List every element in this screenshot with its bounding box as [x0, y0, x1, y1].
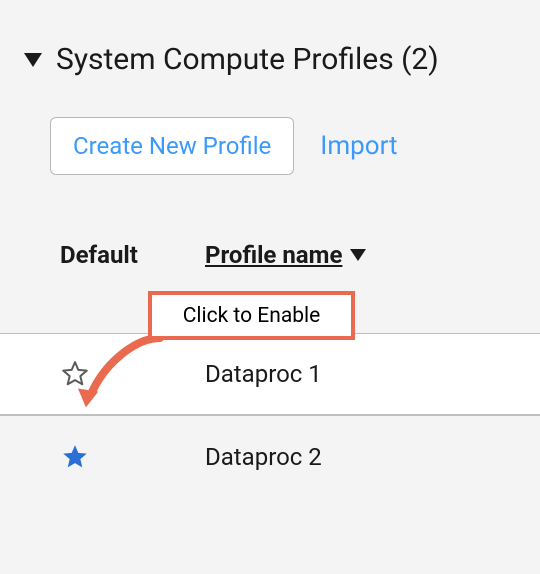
collapse-caret-icon[interactable] [24, 53, 42, 67]
annotation-callout: Click to Enable [148, 291, 355, 340]
section-header[interactable]: System Compute Profiles (2) [0, 0, 540, 77]
annotation-text: Click to Enable [183, 304, 321, 328]
section-title: System Compute Profiles (2) [56, 42, 439, 77]
column-header-profile-name-label: Profile name [205, 241, 342, 269]
default-toggle-cell [60, 442, 205, 472]
create-new-profile-button[interactable]: Create New Profile [50, 117, 294, 175]
profile-name-cell: Dataproc 1 [205, 360, 322, 388]
sort-descending-icon [350, 249, 366, 261]
import-link[interactable]: Import [320, 131, 397, 161]
compute-profiles-panel: System Compute Profiles (2) Create New P… [0, 0, 540, 574]
table-body: Dataproc 1 Dataproc 2 [0, 333, 540, 497]
table-row[interactable]: Dataproc 2 [0, 415, 540, 497]
column-header-default[interactable]: Default [60, 241, 205, 269]
star-filled-icon[interactable] [60, 442, 90, 472]
profile-name-cell: Dataproc 2 [205, 443, 322, 471]
column-header-profile-name[interactable]: Profile name [205, 241, 366, 269]
profiles-table: Default Profile name Dataproc 1 [0, 235, 540, 497]
table-header-row: Default Profile name [0, 235, 540, 275]
action-bar: Create New Profile Import [0, 77, 540, 175]
